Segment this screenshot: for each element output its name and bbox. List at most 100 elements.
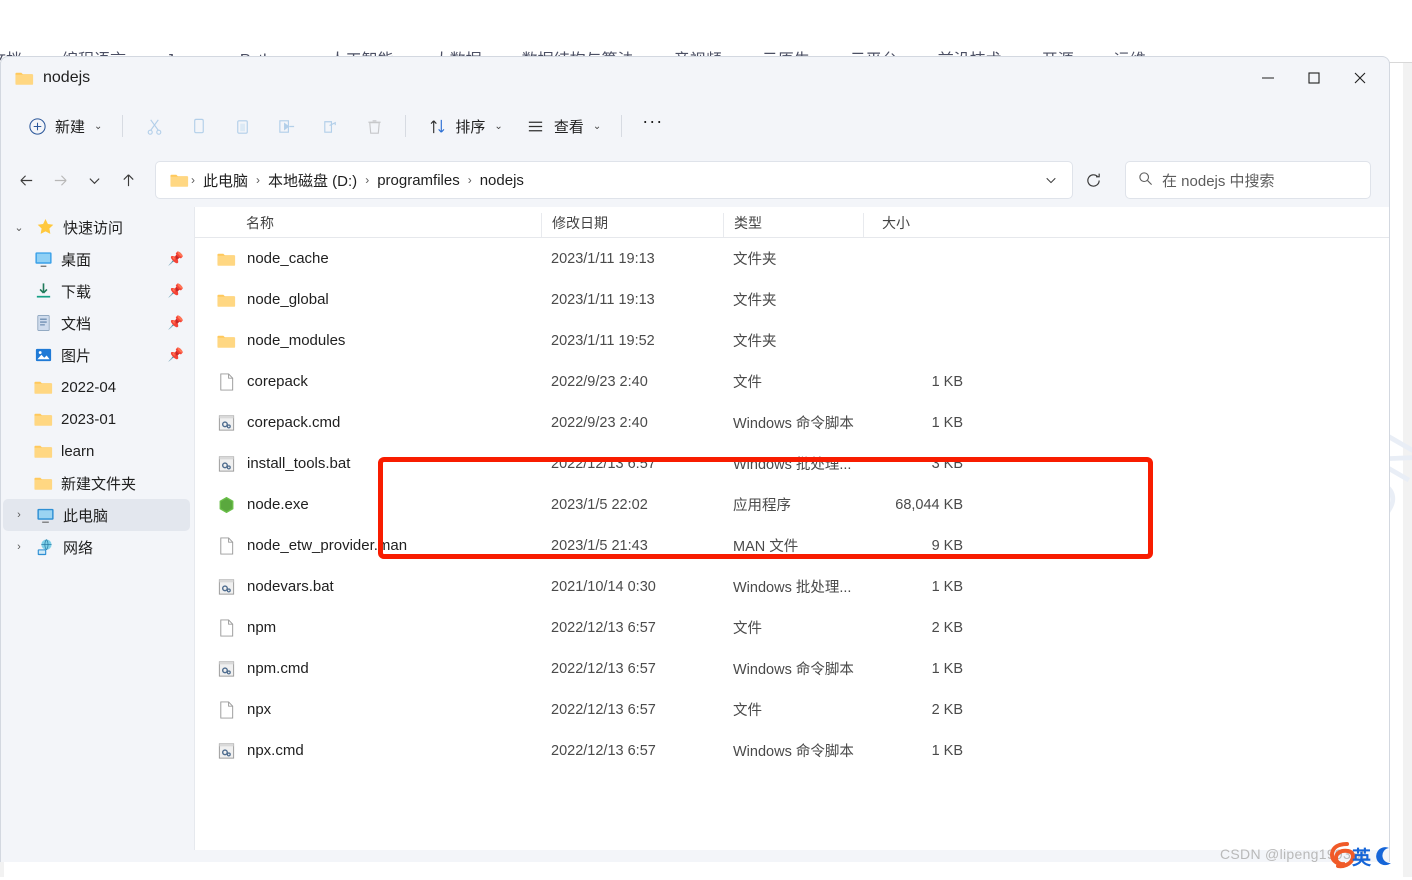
file-name-cell[interactable]: node.exe: [195, 495, 541, 515]
file-name-cell[interactable]: npm.cmd: [195, 659, 541, 679]
sidebar-item-6[interactable]: 2023-01: [3, 403, 190, 435]
sort-ascending-caret-icon: ⌃: [378, 207, 389, 215]
table-row[interactable]: node_etw_provider.man 2023/1/5 21:43 MAN 文…: [195, 525, 1389, 566]
file-date-cell: 2022/12/13 6:57: [551, 619, 656, 636]
table-row[interactable]: node.exe 2023/1/5 22:02 应用程序 68,044 KB: [195, 484, 1389, 525]
file-name-cell[interactable]: npx: [195, 700, 541, 720]
breadcrumb-separator: ›: [467, 173, 472, 187]
page-gutter-right: [1403, 63, 1412, 877]
file-name-cell[interactable]: node_cache: [195, 249, 541, 269]
maximize-button[interactable]: [1291, 57, 1337, 99]
table-row[interactable]: corepack.cmd 2022/9/23 2:40 Windows 命令脚本 1 …: [195, 402, 1389, 443]
rename-button[interactable]: [264, 108, 308, 144]
pin-icon[interactable]: 📌: [168, 315, 184, 331]
script-icon: [217, 413, 236, 433]
table-row[interactable]: nodevars.bat 2021/10/14 0:30 Windows 批处理..…: [195, 566, 1389, 607]
column-header-name[interactable]: 名称: [195, 213, 541, 237]
breadcrumb-item-3[interactable]: nodejs: [474, 169, 530, 192]
delete-button[interactable]: [352, 108, 396, 144]
search-box[interactable]: 在 nodejs 中搜索: [1125, 161, 1371, 199]
breadcrumb[interactable]: › 此电脑 › 本地磁盘 (D:) › programfiles › nodejs: [189, 167, 1036, 194]
sidebar-item-9[interactable]: › 此电脑: [3, 499, 190, 531]
search-input[interactable]: 在 nodejs 中搜索: [1162, 170, 1275, 191]
ime-indicator[interactable]: 英: [1352, 842, 1404, 870]
new-button[interactable]: 新建 ⌄: [15, 108, 113, 144]
table-row[interactable]: npm 2022/12/13 6:57 文件 2 KB: [195, 607, 1389, 648]
file-name-cell[interactable]: nodevars.bat: [195, 577, 541, 597]
table-row[interactable]: npx 2022/12/13 6:57 文件 2 KB: [195, 689, 1389, 730]
sort-icon: [426, 115, 448, 137]
file-name-label: nodevars.bat: [247, 578, 334, 595]
more-options-button[interactable]: ···: [631, 108, 674, 144]
sidebar-item-3[interactable]: 文档 📌: [3, 307, 190, 339]
file-rows[interactable]: node_cache 2023/1/11 19:13 文件夹 node_global 2…: [195, 238, 1389, 771]
file-name-cell[interactable]: npx.cmd: [195, 741, 541, 761]
up-button[interactable]: [111, 163, 145, 197]
sidebar-item-label: 文档: [61, 315, 92, 333]
file-list-pane[interactable]: 名称 修改日期 类型 大小 ⌃ node_cache 2023/1/11 19:1…: [194, 207, 1389, 850]
script-icon: [217, 741, 236, 761]
file-name-cell[interactable]: node_modules: [195, 331, 541, 351]
sidebar-item-1[interactable]: 桌面 📌: [3, 243, 190, 275]
twisty-icon[interactable]: ⌄: [11, 221, 27, 234]
sidebar-item-4[interactable]: 图片 📌: [3, 339, 190, 371]
file-explorer-window: nodejs 新建 ⌄ 排序 ⌄ 查看 ⌄ ··· › 此电脑 › 本地磁盘 (…: [0, 56, 1390, 862]
address-bar[interactable]: › 此电脑 › 本地磁盘 (D:) › programfiles › nodejs: [155, 161, 1073, 199]
file-name-cell[interactable]: corepack.cmd: [195, 413, 541, 433]
sidebar-item-0[interactable]: ⌄ 快速访问: [3, 211, 190, 243]
table-row[interactable]: install_tools.bat 2022/12/13 6:57 Windows …: [195, 443, 1389, 484]
sidebar-item-8[interactable]: 新建文件夹: [3, 467, 190, 499]
table-row[interactable]: corepack 2022/9/23 2:40 文件 1 KB: [195, 361, 1389, 402]
view-button[interactable]: 查看 ⌄: [514, 108, 612, 144]
pin-icon[interactable]: 📌: [168, 283, 184, 299]
file-name-cell[interactable]: node_etw_provider.man: [195, 536, 541, 556]
column-header-date[interactable]: 修改日期: [541, 213, 723, 237]
file-name-cell[interactable]: install_tools.bat: [195, 454, 541, 474]
sidebar-item-7[interactable]: learn: [3, 435, 190, 467]
ellipsis-icon: ···: [642, 110, 664, 131]
breadcrumb-item-2[interactable]: programfiles: [371, 169, 466, 192]
cut-button[interactable]: [132, 108, 176, 144]
twisty-icon[interactable]: ›: [11, 509, 27, 521]
minimize-button[interactable]: [1245, 57, 1291, 99]
paste-button[interactable]: [220, 108, 264, 144]
close-button[interactable]: [1337, 57, 1383, 99]
sort-button[interactable]: 排序 ⌄: [415, 108, 513, 144]
file-name-cell[interactable]: corepack: [195, 372, 541, 392]
table-row[interactable]: npm.cmd 2022/12/13 6:57 Windows 命令脚本 1 KB: [195, 648, 1389, 689]
table-row[interactable]: node_global 2023/1/11 19:13 文件夹: [195, 279, 1389, 320]
breadcrumb-item-1[interactable]: 本地磁盘 (D:): [262, 167, 363, 194]
file-size-cell: 68,044 KB: [895, 496, 963, 513]
file-size-cell: 1 KB: [931, 742, 963, 759]
file-name-label: npx: [247, 701, 272, 718]
sidebar-item-5[interactable]: 2022-04: [3, 371, 190, 403]
window-controls: [1245, 57, 1383, 99]
breadcrumb-item-0[interactable]: 此电脑: [197, 167, 254, 194]
file-name-label: node_modules: [247, 332, 346, 349]
file-name-cell[interactable]: node_global: [195, 290, 541, 310]
navigation-sidebar[interactable]: ⌄ 快速访问 桌面 📌 下载 📌 文档 📌 图片 📌 2022-04 2023-01 learn 新建文件…: [1, 207, 194, 850]
pc-icon: [35, 505, 55, 525]
table-row[interactable]: node_cache 2023/1/11 19:13 文件夹: [195, 238, 1389, 279]
recent-locations-button[interactable]: [77, 163, 111, 197]
table-row[interactable]: npx.cmd 2022/12/13 6:57 Windows 命令脚本 1 KB: [195, 730, 1389, 771]
twisty-icon[interactable]: ›: [11, 541, 27, 553]
copy-button[interactable]: [176, 108, 220, 144]
pin-icon[interactable]: 📌: [168, 251, 184, 267]
file-name-cell[interactable]: npm: [195, 618, 541, 638]
forward-button[interactable]: [43, 163, 77, 197]
view-button-label: 查看: [553, 118, 584, 136]
back-button[interactable]: [9, 163, 43, 197]
sidebar-item-label: 2022-04: [61, 378, 117, 396]
star-icon: [35, 217, 55, 237]
sidebar-item-10[interactable]: › 网络: [3, 531, 190, 563]
pin-icon[interactable]: 📌: [168, 347, 184, 363]
table-row[interactable]: node_modules 2023/1/11 19:52 文件夹: [195, 320, 1389, 361]
file-date-cell: 2023/1/11 19:13: [551, 291, 655, 308]
address-dropdown-icon[interactable]: [1036, 165, 1066, 195]
refresh-button[interactable]: [1075, 161, 1111, 199]
share-button[interactable]: [308, 108, 352, 144]
sidebar-item-2[interactable]: 下载 📌: [3, 275, 190, 307]
column-header-type[interactable]: 类型: [723, 213, 863, 237]
column-header-size[interactable]: 大小: [863, 213, 963, 237]
